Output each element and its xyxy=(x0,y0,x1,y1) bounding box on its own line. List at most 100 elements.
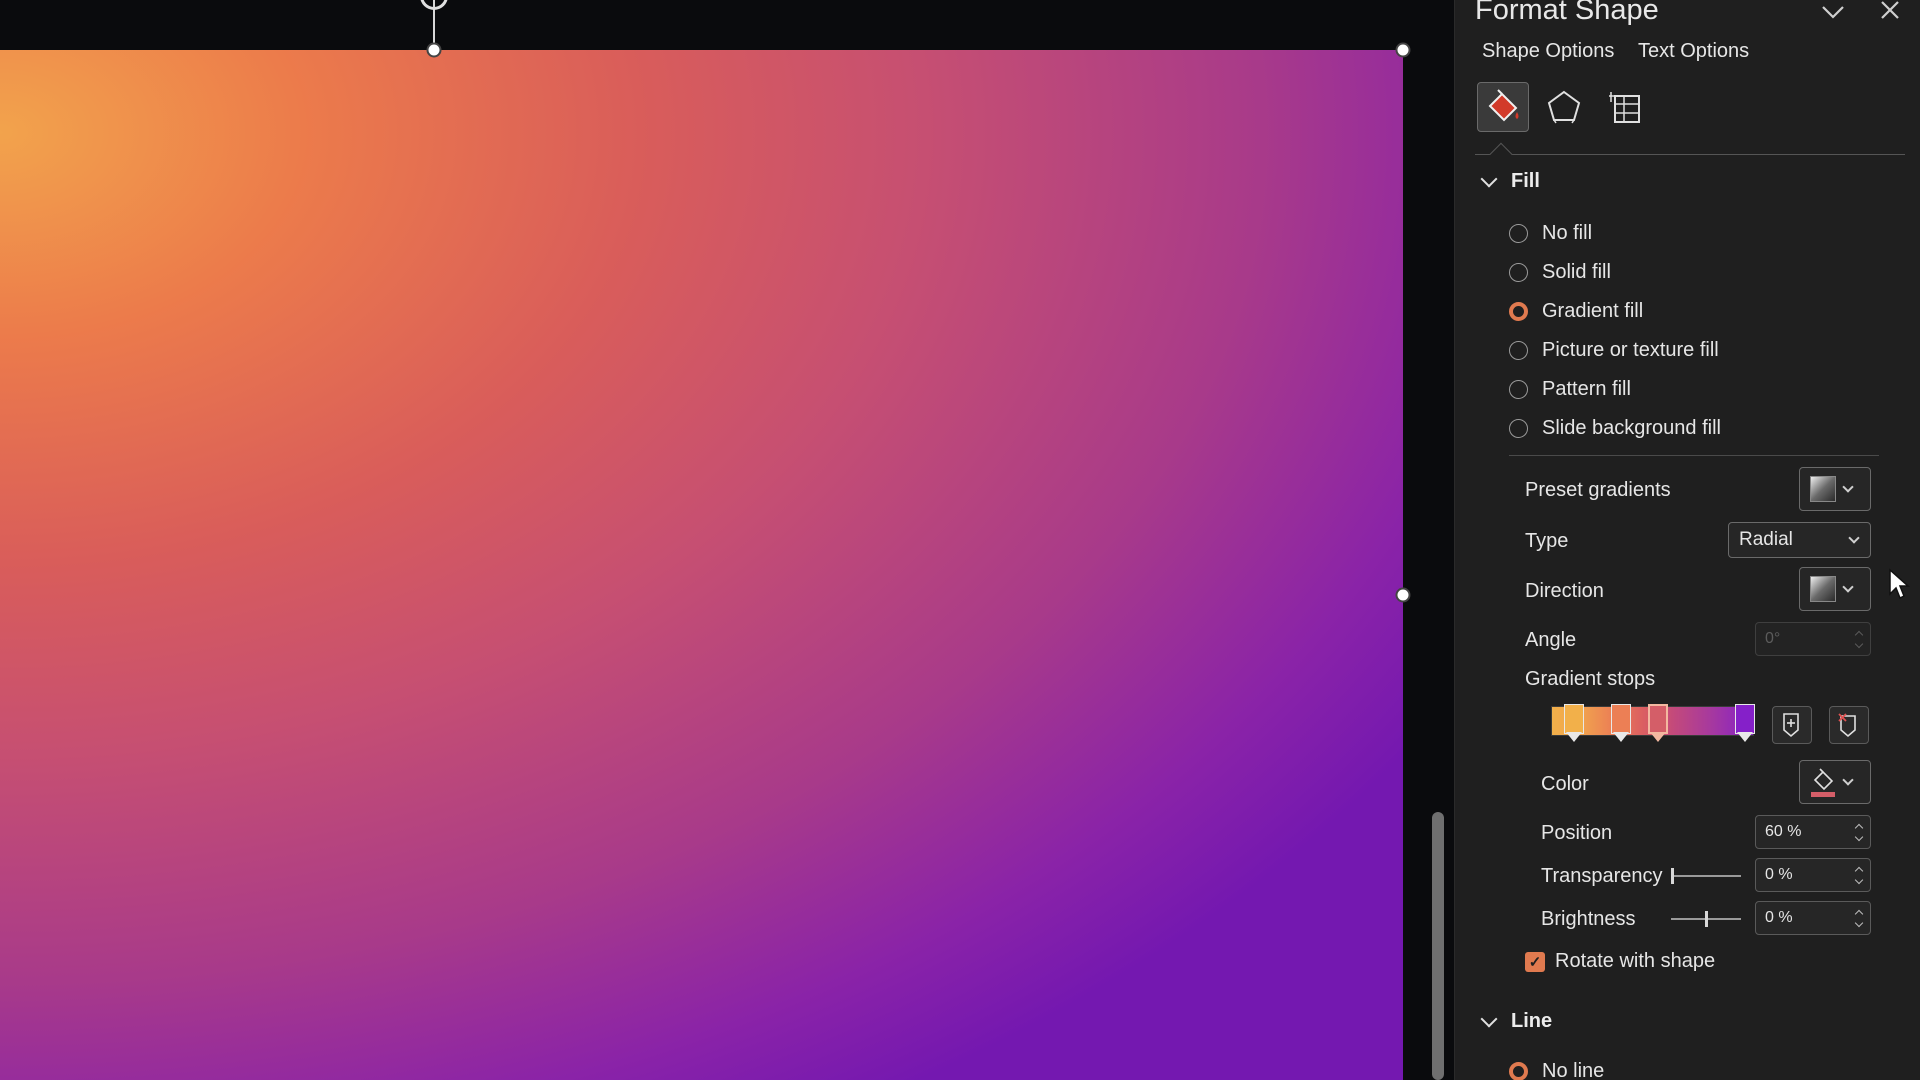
gradient-stop-3-selected[interactable] xyxy=(1648,704,1668,746)
spin-down-icon[interactable] xyxy=(1854,832,1864,841)
gradient-stop-tip xyxy=(1566,732,1582,742)
fill-section-header[interactable]: Fill xyxy=(1480,170,1540,193)
gradient-stop-2[interactable] xyxy=(1611,704,1631,746)
radio-slide-background-fill[interactable]: Slide background fill xyxy=(1509,417,1721,440)
gradient-stops-label: Gradient stops xyxy=(1525,668,1656,690)
slider-thumb[interactable] xyxy=(1671,868,1674,884)
angle-spinner: 0° xyxy=(1755,622,1871,656)
resize-handle-top-right[interactable] xyxy=(1395,42,1411,58)
radio-label: Solid fill xyxy=(1542,261,1611,283)
gradient-direction-icon xyxy=(1810,576,1836,602)
slider-thumb[interactable] xyxy=(1705,911,1708,927)
rotation-handle-icon[interactable] xyxy=(420,0,448,10)
remove-stop-icon xyxy=(1838,713,1856,738)
transparency-spinner[interactable]: 0 % xyxy=(1755,858,1871,892)
radio-button[interactable] xyxy=(1509,380,1528,399)
line-header-label: Line xyxy=(1511,1010,1553,1032)
gradient-stop-1[interactable] xyxy=(1564,704,1584,746)
chevron-down-icon xyxy=(1480,170,1498,187)
brightness-value: 0 % xyxy=(1765,909,1793,926)
close-icon[interactable] xyxy=(1879,0,1901,28)
gradient-stop-4[interactable] xyxy=(1735,704,1755,746)
size-properties-icon xyxy=(1609,92,1640,123)
radio-label: No line xyxy=(1542,1060,1605,1080)
resize-handle-right-middle[interactable] xyxy=(1395,587,1411,603)
transparency-value: 0 % xyxy=(1765,866,1793,883)
pane-title: Format Shape xyxy=(1475,0,1659,26)
transparency-label: Transparency xyxy=(1541,865,1663,887)
checkmark-icon[interactable]: ✓ xyxy=(1525,951,1545,972)
radio-label: Picture or texture fill xyxy=(1542,339,1719,361)
line-section-header[interactable]: Line xyxy=(1480,1010,1553,1033)
radio-button[interactable] xyxy=(1509,419,1528,438)
tab-pointer xyxy=(1489,142,1513,166)
add-stop-icon xyxy=(1783,713,1799,738)
radio-label: No fill xyxy=(1542,222,1593,244)
remove-gradient-stop-button[interactable] xyxy=(1829,706,1869,744)
radio-picture-fill[interactable]: Picture or texture fill xyxy=(1509,339,1719,362)
pentagon-icon xyxy=(1547,90,1581,124)
gradient-stop-box xyxy=(1735,704,1755,734)
brightness-slider[interactable] xyxy=(1671,911,1741,927)
spin-down-icon[interactable] xyxy=(1854,875,1864,884)
paint-bucket-icon xyxy=(1488,89,1519,122)
tab-shape-options[interactable]: Shape Options xyxy=(1482,40,1614,63)
fill-header-label: Fill xyxy=(1511,170,1540,192)
color-picker-dropdown[interactable] xyxy=(1799,760,1871,804)
add-gradient-stop-button[interactable] xyxy=(1772,706,1812,744)
chevron-down-icon xyxy=(1842,581,1854,593)
resize-handle-top-middle[interactable] xyxy=(426,42,442,58)
spin-down-icon xyxy=(1854,639,1864,648)
direction-label: Direction xyxy=(1525,580,1604,602)
gradient-stop-tip xyxy=(1737,732,1753,742)
slide-canvas[interactable] xyxy=(0,0,1445,1080)
spin-up-icon xyxy=(1854,630,1864,639)
vertical-scrollbar[interactable] xyxy=(1432,812,1444,1080)
radio-gradient-fill[interactable]: Gradient fill xyxy=(1509,300,1643,323)
radio-button[interactable] xyxy=(1509,341,1528,360)
brightness-spinner[interactable]: 0 % xyxy=(1755,901,1871,935)
effects-tab[interactable] xyxy=(1538,82,1590,132)
chevron-down-icon xyxy=(1848,532,1860,544)
spin-up-icon[interactable] xyxy=(1854,909,1864,918)
preset-gradients-dropdown[interactable] xyxy=(1799,467,1871,511)
type-select[interactable]: Radial xyxy=(1728,522,1871,558)
rotate-with-shape-checkbox[interactable]: ✓ Rotate with shape xyxy=(1525,950,1715,973)
radio-button-checked[interactable] xyxy=(1509,302,1528,321)
radio-label: Gradient fill xyxy=(1542,300,1644,322)
format-shape-pane: Format Shape Shape Options Text Options xyxy=(1454,0,1920,1080)
radio-label: Pattern fill xyxy=(1542,378,1631,400)
chevron-down-icon xyxy=(1842,774,1854,786)
gradient-stop-tip xyxy=(1613,732,1629,742)
gradient-shape[interactable] xyxy=(0,50,1403,1080)
fill-line-tab[interactable] xyxy=(1477,82,1529,132)
tab-text-options[interactable]: Text Options xyxy=(1638,40,1749,63)
gradient-stop-box xyxy=(1648,704,1668,734)
radio-button[interactable] xyxy=(1509,263,1528,282)
transparency-slider[interactable] xyxy=(1671,868,1741,884)
radio-no-fill[interactable]: No fill xyxy=(1509,222,1592,245)
size-properties-tab[interactable] xyxy=(1600,82,1652,132)
color-label: Color xyxy=(1541,773,1589,795)
spin-down-icon[interactable] xyxy=(1854,918,1864,927)
direction-dropdown[interactable] xyxy=(1799,567,1871,611)
brightness-label: Brightness xyxy=(1541,908,1636,930)
spin-up-icon[interactable] xyxy=(1854,823,1864,832)
radio-button[interactable] xyxy=(1509,224,1528,243)
position-spinner[interactable]: 60 % xyxy=(1755,815,1871,849)
position-label: Position xyxy=(1541,822,1613,844)
angle-value: 0° xyxy=(1765,630,1781,647)
radio-pattern-fill[interactable]: Pattern fill xyxy=(1509,378,1631,401)
spin-up-icon[interactable] xyxy=(1854,866,1864,875)
gradient-stop-box xyxy=(1564,704,1584,734)
preset-gradients-label: Preset gradients xyxy=(1525,479,1671,501)
gradient-swatch-icon xyxy=(1810,476,1836,502)
paint-bucket-icon xyxy=(1811,768,1835,797)
radio-button-checked[interactable] xyxy=(1509,1062,1528,1080)
gradient-stop-tip xyxy=(1650,732,1666,742)
gradient-stop-box xyxy=(1611,704,1631,734)
radio-solid-fill[interactable]: Solid fill xyxy=(1509,261,1611,284)
angle-label: Angle xyxy=(1525,629,1577,651)
radio-no-line[interactable]: No line xyxy=(1509,1060,1604,1080)
chevron-down-icon[interactable] xyxy=(1820,0,1846,28)
